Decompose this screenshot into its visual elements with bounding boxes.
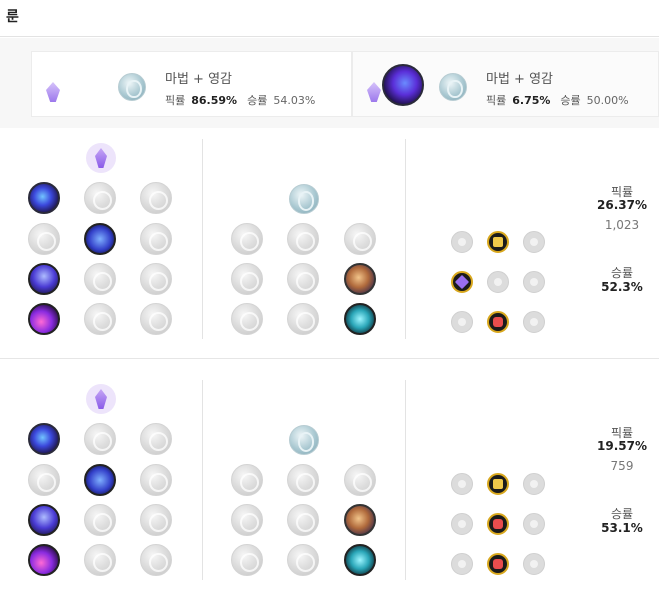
nimbus-cloak-icon[interactable] <box>140 223 172 255</box>
approach-velocity-icon[interactable] <box>287 544 319 576</box>
inspiration-tree-icon <box>289 425 319 455</box>
rune-page-stats: 픽률 6.75% 승률 50.00% <box>486 92 629 108</box>
scorch-icon[interactable] <box>28 303 60 335</box>
celerity-icon[interactable] <box>84 263 116 295</box>
phase-rush-icon[interactable] <box>140 423 172 455</box>
section-title: 룬 <box>6 9 19 25</box>
summon-aery-icon[interactable] <box>28 182 60 214</box>
pick-rate-label: 픽률 <box>486 94 507 107</box>
win-rate-label: 승률 <box>560 94 581 107</box>
hextech-flashtraption-icon[interactable] <box>231 223 263 255</box>
win-rate-value: 52.3% <box>601 280 643 294</box>
absolute-focus-icon[interactable] <box>140 504 172 536</box>
magic-resist-shard-icon[interactable] <box>523 271 545 293</box>
cosmic-insight-icon[interactable] <box>231 303 263 335</box>
arcane-comet-icon[interactable] <box>84 423 116 455</box>
transcendence-icon[interactable] <box>28 504 60 536</box>
absolute-focus-icon[interactable] <box>140 263 172 295</box>
armor-shard-icon[interactable] <box>487 513 509 535</box>
minion-dematerializer-icon[interactable] <box>287 263 319 295</box>
scorch-icon[interactable] <box>28 544 60 576</box>
approach-velocity-icon[interactable] <box>287 303 319 335</box>
column-divider <box>405 139 406 339</box>
pick-rate-value: 6.75% <box>512 94 551 107</box>
games-count: 1,023 <box>604 218 640 232</box>
attack-speed-shard-icon[interactable] <box>487 473 509 495</box>
waterwalking-icon[interactable] <box>84 303 116 335</box>
cosmic-insight-icon[interactable] <box>231 544 263 576</box>
transcendence-icon[interactable] <box>28 263 60 295</box>
minion-dematerializer-icon[interactable] <box>287 504 319 536</box>
sorcery-shard-icon <box>46 82 60 102</box>
games-count: 759 <box>610 459 634 473</box>
future-market-icon[interactable] <box>231 263 263 295</box>
rune-page-stats: 픽률 86.59% 승률 54.03% <box>165 92 315 108</box>
adaptive-force-shard-icon[interactable] <box>451 231 473 253</box>
sorcery-tree-icon <box>86 143 116 173</box>
magic-resist-shard-icon[interactable] <box>523 553 545 575</box>
adaptive-force-shard-icon[interactable] <box>451 513 473 535</box>
biscuit-delivery-icon[interactable] <box>344 504 376 536</box>
magic-resist-shard-icon[interactable] <box>523 311 545 333</box>
future-market-icon[interactable] <box>231 504 263 536</box>
time-warp-tonic-icon[interactable] <box>344 544 376 576</box>
pick-rate-label: 픽률 <box>165 94 186 107</box>
time-warp-tonic-icon[interactable] <box>344 303 376 335</box>
sorcery-tree-icon <box>86 384 116 414</box>
arcane-comet-icon[interactable] <box>84 182 116 214</box>
rune-page-tab-2[interactable]: 마법 + 영감 픽률 6.75% 승률 50.00% <box>352 51 659 117</box>
sorcery-shard-icon <box>367 82 381 102</box>
magic-resist-shard-icon[interactable] <box>523 513 545 535</box>
health-shard-icon[interactable] <box>451 311 473 333</box>
win-rate-value: 54.03% <box>273 94 316 107</box>
column-divider <box>405 380 406 580</box>
phase-rush-icon <box>382 64 424 106</box>
nimbus-cloak-icon[interactable] <box>140 464 172 496</box>
phase-rush-icon[interactable] <box>140 182 172 214</box>
build-divider <box>0 358 659 359</box>
win-rate-value: 53.1% <box>601 521 643 535</box>
armor-shard-icon[interactable] <box>487 553 509 575</box>
perfect-timing-icon[interactable] <box>344 464 376 496</box>
ability-haste-shard-icon[interactable] <box>523 473 545 495</box>
health-shard-icon[interactable] <box>451 553 473 575</box>
biscuit-delivery-icon[interactable] <box>344 263 376 295</box>
column-divider <box>202 139 203 339</box>
manaflow-band-icon[interactable] <box>84 464 116 496</box>
adaptive-force-shard-icon[interactable] <box>451 473 473 495</box>
win-rate-value: 50.00% <box>586 94 629 107</box>
runes-header: 룬 <box>0 0 659 37</box>
inspiration-icon <box>439 73 467 101</box>
celerity-icon[interactable] <box>84 504 116 536</box>
manaflow-band-icon[interactable] <box>84 223 116 255</box>
column-divider <box>202 380 203 580</box>
perfect-timing-icon[interactable] <box>344 223 376 255</box>
magical-footwear-icon[interactable] <box>287 464 319 496</box>
ability-haste-shard-icon[interactable] <box>523 231 545 253</box>
gathering-storm-icon[interactable] <box>140 544 172 576</box>
win-rate-label: 승률 <box>610 507 634 521</box>
hextech-flashtraption-icon[interactable] <box>231 464 263 496</box>
magical-footwear-icon[interactable] <box>287 223 319 255</box>
rune-page-name: 마법 + 영감 <box>486 72 553 87</box>
pick-rate-value: 26.37% <box>597 198 647 212</box>
waterwalking-icon[interactable] <box>84 544 116 576</box>
inspiration-icon <box>118 73 146 101</box>
summon-aery-icon[interactable] <box>28 423 60 455</box>
arcane-comet-icon <box>61 64 103 106</box>
nullifying-orb-icon[interactable] <box>28 223 60 255</box>
rune-page-name: 마법 + 영감 <box>165 72 232 87</box>
nullifying-orb-icon[interactable] <box>28 464 60 496</box>
rune-page-tab-1[interactable]: 마법 + 영감 픽률 86.59% 승률 54.03% <box>31 51 352 117</box>
gathering-storm-icon[interactable] <box>140 303 172 335</box>
armor-shard-icon[interactable] <box>487 271 509 293</box>
armor-shard-icon[interactable] <box>487 311 509 333</box>
win-rate-label: 승률 <box>247 94 268 107</box>
pick-rate-value: 19.57% <box>597 439 647 453</box>
adaptive-force-shard-icon[interactable] <box>451 271 473 293</box>
attack-speed-shard-icon[interactable] <box>487 231 509 253</box>
inspiration-tree-icon <box>289 184 319 214</box>
pick-rate-value: 86.59% <box>191 94 238 107</box>
win-rate-label: 승률 <box>610 266 634 280</box>
